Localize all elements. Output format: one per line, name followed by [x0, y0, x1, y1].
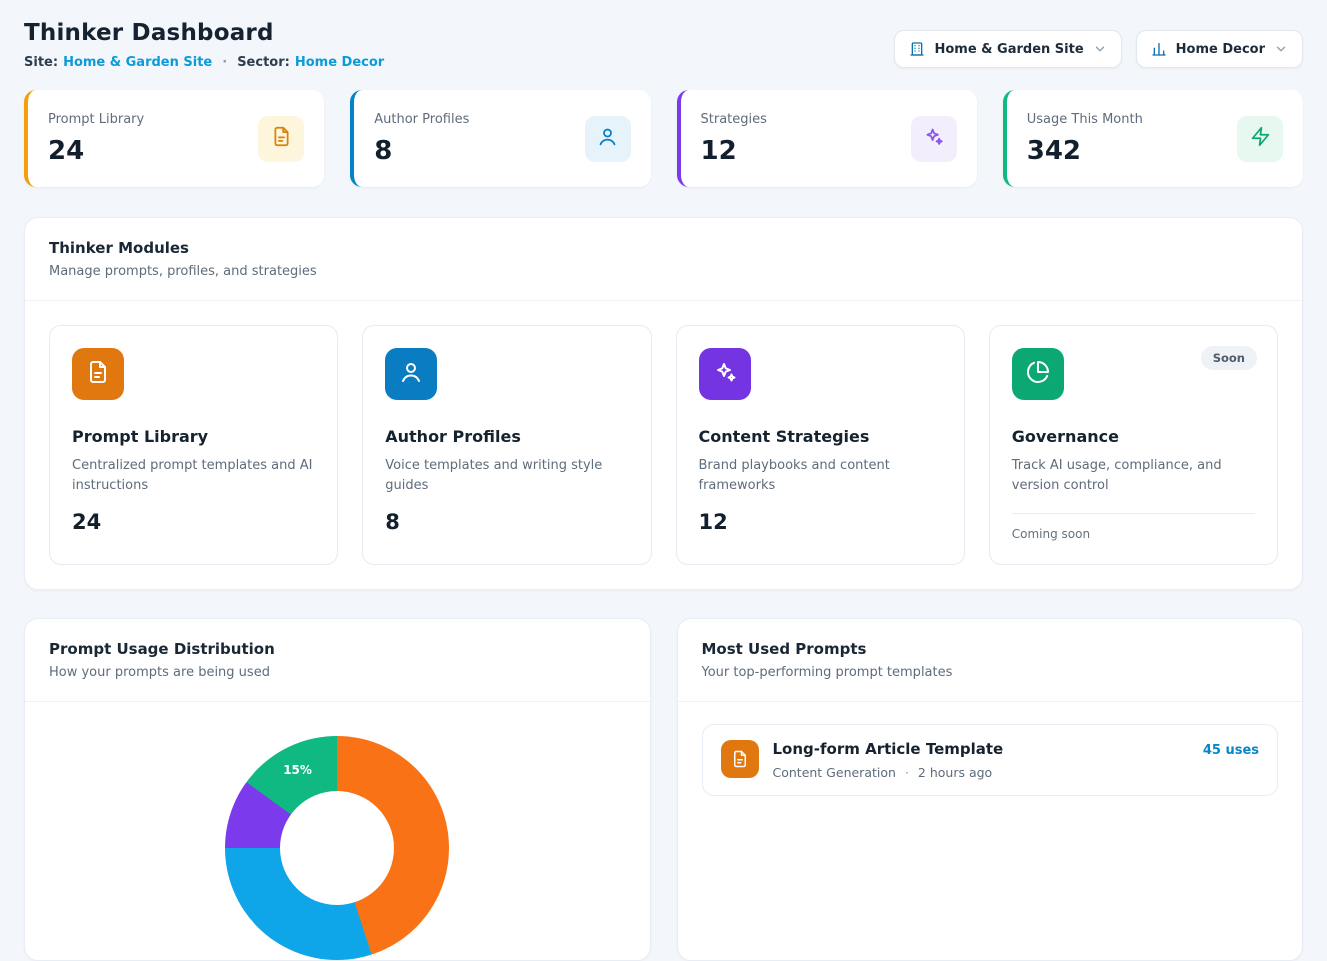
stat-label: Strategies — [701, 112, 767, 127]
stat-card-strategies: Strategies 12 — [677, 90, 977, 187]
header-selectors: Home & Garden Site Home Decor — [894, 30, 1303, 68]
document-icon — [86, 360, 110, 388]
module-card-prompt-library[interactable]: Prompt Library Centralized prompt templa… — [49, 325, 338, 565]
coming-soon-text: Coming soon — [1012, 527, 1255, 541]
site-selector-button[interactable]: Home & Garden Site — [894, 30, 1121, 68]
chevron-down-icon — [1093, 42, 1107, 56]
module-count: 8 — [385, 510, 628, 534]
stat-card-usage: Usage This Month 342 — [1003, 90, 1303, 187]
prompt-uses-badge: 45 uses — [1203, 743, 1259, 758]
module-icon-tile — [1012, 348, 1064, 400]
stat-label: Usage This Month — [1027, 112, 1143, 127]
pie-chart-icon — [1026, 360, 1050, 388]
modules-grid: Prompt Library Centralized prompt templa… — [25, 301, 1302, 589]
module-icon-tile — [699, 348, 751, 400]
module-card-governance[interactable]: Soon Governance Track AI usage, complian… — [989, 325, 1278, 565]
stat-text: Prompt Library 24 — [48, 112, 144, 166]
chevron-down-icon — [1274, 42, 1288, 56]
stat-icon-tile — [911, 116, 957, 162]
page-title: Thinker Dashboard — [24, 20, 384, 46]
prompt-usage-panel: Prompt Usage Distribution How your promp… — [24, 618, 651, 961]
user-icon — [597, 126, 618, 151]
usage-panel-title: Prompt Usage Distribution — [49, 640, 626, 658]
header-left: Thinker Dashboard Site: Home & Garden Si… — [24, 20, 384, 70]
module-title: Content Strategies — [699, 427, 942, 446]
prompts-panel-header: Most Used Prompts Your top-performing pr… — [678, 619, 1303, 701]
dashboard-page: Thinker Dashboard Site: Home & Garden Si… — [0, 0, 1327, 961]
stat-icon-tile — [258, 116, 304, 162]
stat-label: Author Profiles — [374, 112, 469, 127]
prompt-meta: Content Generation · 2 hours ago — [773, 765, 1189, 780]
stat-text: Author Profiles 8 — [374, 112, 469, 166]
stat-text: Strategies 12 — [701, 112, 767, 166]
usage-panel-subtitle: How your prompts are being used — [49, 665, 626, 680]
stat-icon-tile — [1237, 116, 1283, 162]
prompt-title: Long-form Article Template — [773, 740, 1189, 758]
chart-area: 15% — [25, 702, 650, 960]
sector-selector-button[interactable]: Home Decor — [1136, 30, 1303, 68]
modules-panel-header: Thinker Modules Manage prompts, profiles… — [25, 218, 1302, 300]
module-card-content-strategies[interactable]: Content Strategies Brand playbooks and c… — [676, 325, 965, 565]
sparkle-star-icon — [923, 126, 944, 151]
stats-row: Prompt Library 24 Author Profiles 8 Stra… — [24, 90, 1303, 187]
stat-value: 8 — [374, 136, 469, 166]
building-icon — [909, 41, 925, 57]
module-description: Brand playbooks and content frameworks — [699, 456, 942, 495]
module-count: 24 — [72, 510, 315, 534]
prompts-panel-title: Most Used Prompts — [702, 640, 1279, 658]
page-header: Thinker Dashboard Site: Home & Garden Si… — [24, 20, 1303, 70]
stat-value: 12 — [701, 136, 767, 166]
prompt-time: 2 hours ago — [918, 765, 992, 780]
stat-card-author-profiles: Author Profiles 8 — [350, 90, 650, 187]
prompt-category: Content Generation — [773, 765, 896, 780]
module-icon-tile — [72, 348, 124, 400]
site-sector-breadcrumb: Site: Home & Garden Site · Sector: Home … — [24, 55, 384, 70]
divider — [1012, 513, 1255, 514]
module-count: 12 — [699, 510, 942, 534]
dot-separator: · — [222, 55, 227, 70]
user-icon — [399, 360, 423, 388]
usage-panel-header: Prompt Usage Distribution How your promp… — [25, 619, 650, 701]
sector-link[interactable]: Home Decor — [295, 55, 384, 70]
modules-panel-subtitle: Manage prompts, profiles, and strategies — [49, 264, 1278, 279]
sector-label: Sector: — [237, 55, 290, 70]
module-card-author-profiles[interactable]: Author Profiles Voice templates and writ… — [362, 325, 651, 565]
modules-panel-title: Thinker Modules — [49, 239, 1278, 257]
prompts-panel-subtitle: Your top-performing prompt templates — [702, 665, 1279, 680]
bar-chart-icon — [1151, 41, 1167, 57]
stat-icon-tile — [585, 116, 631, 162]
most-used-prompts-panel: Most Used Prompts Your top-performing pr… — [677, 618, 1304, 961]
module-description: Voice templates and writing style guides — [385, 456, 628, 495]
sparkle-star-icon — [713, 360, 737, 388]
stat-card-prompt-library: Prompt Library 24 — [24, 90, 324, 187]
module-title: Governance — [1012, 427, 1255, 446]
site-label: Site: — [24, 55, 58, 70]
module-description: Track AI usage, compliance, and version … — [1012, 456, 1255, 495]
soon-badge: Soon — [1201, 346, 1257, 370]
thinker-modules-panel: Thinker Modules Manage prompts, profiles… — [24, 217, 1303, 590]
usage-donut-chart: 15% — [225, 736, 449, 960]
stat-value: 342 — [1027, 136, 1143, 166]
document-icon — [721, 740, 759, 778]
stat-label: Prompt Library — [48, 112, 144, 127]
stat-value: 24 — [48, 136, 144, 166]
prompt-list: Long-form Article Template Content Gener… — [678, 702, 1303, 818]
list-item-prompt[interactable]: Long-form Article Template Content Gener… — [702, 724, 1279, 796]
site-link[interactable]: Home & Garden Site — [63, 55, 212, 70]
sector-selector-label: Home Decor — [1176, 42, 1265, 57]
module-icon-tile — [385, 348, 437, 400]
module-description: Centralized prompt templates and AI inst… — [72, 456, 315, 495]
bottom-row: Prompt Usage Distribution How your promp… — [24, 618, 1303, 961]
module-title: Prompt Library — [72, 427, 315, 446]
module-title: Author Profiles — [385, 427, 628, 446]
prompt-info: Long-form Article Template Content Gener… — [773, 740, 1189, 780]
dot-separator: · — [905, 765, 909, 780]
document-icon — [271, 126, 292, 151]
donut-slice-label: 15% — [283, 763, 312, 777]
site-selector-label: Home & Garden Site — [934, 42, 1083, 57]
lightning-icon — [1250, 126, 1271, 151]
stat-text: Usage This Month 342 — [1027, 112, 1143, 166]
